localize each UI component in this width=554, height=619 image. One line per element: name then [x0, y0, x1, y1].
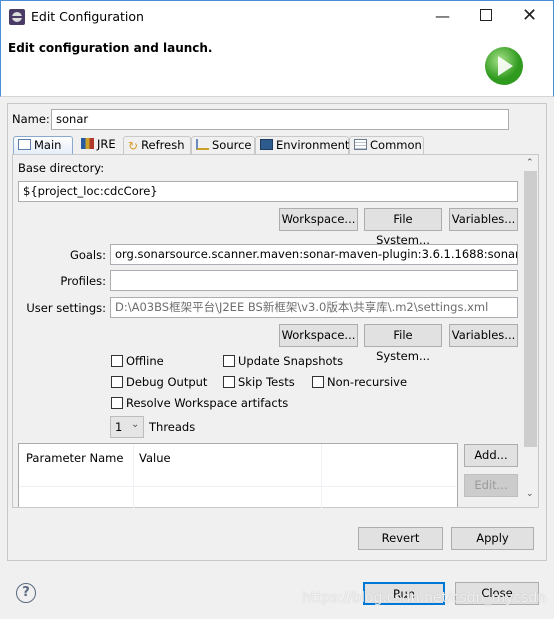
tab-source[interactable]: Source: [191, 136, 255, 155]
update-snapshots-checkbox[interactable]: Update Snapshots: [223, 354, 343, 368]
checkbox-label: Resolve Workspace artifacts: [126, 396, 289, 410]
name-input[interactable]: sonar: [51, 109, 509, 130]
add-parameter-button[interactable]: Add...: [464, 444, 518, 467]
tab-main[interactable]: Main: [13, 136, 73, 155]
tab-label: Main: [34, 138, 62, 152]
chevron-down-icon: ⌄: [131, 419, 140, 430]
profiles-input[interactable]: [110, 270, 518, 291]
column-header-parameter-name[interactable]: Parameter Name: [26, 451, 123, 465]
settings-variables-button[interactable]: Variables...: [449, 324, 518, 347]
tab-label: Refresh: [141, 138, 185, 152]
offline-checkbox[interactable]: Offline: [111, 354, 164, 368]
settings-file-system-button[interactable]: File System...: [364, 324, 442, 363]
parameters-table[interactable]: Parameter Name Value: [18, 443, 458, 508]
checkbox-label: Skip Tests: [238, 375, 295, 389]
column-divider: [133, 444, 134, 508]
profiles-label: Profiles:: [60, 274, 106, 288]
window-title: Edit Configuration: [31, 9, 144, 24]
common-icon: [354, 139, 367, 150]
scroll-up-icon[interactable]: ⌃: [526, 158, 534, 168]
tab-refresh[interactable]: ↻ Refresh: [123, 136, 191, 155]
environment-icon: [260, 139, 273, 150]
threads-label: Threads: [149, 420, 196, 434]
watermark: https://blog.csdn.net/csdn_mycsdn: [302, 590, 547, 606]
goals-label: Goals:: [69, 248, 106, 262]
run-launch-icon: [485, 47, 523, 85]
threads-value: 1: [115, 420, 123, 434]
dialog-header: Edit configuration and launch.: [0, 33, 554, 97]
checkbox-label: Offline: [126, 354, 164, 368]
apply-button[interactable]: Apply: [451, 527, 534, 550]
minimize-button[interactable]: —: [435, 7, 450, 25]
settings-workspace-button[interactable]: Workspace...: [279, 324, 358, 347]
base-directory-label: Base directory:: [18, 161, 105, 175]
main-tab-icon: [18, 139, 31, 150]
row-divider: [19, 486, 457, 487]
user-settings-label: User settings:: [26, 301, 106, 315]
maximize-button[interactable]: [480, 9, 492, 21]
tab-environment[interactable]: Environment: [255, 136, 349, 155]
close-window-button[interactable]: ✕: [522, 5, 537, 26]
tab-jre[interactable]: JRE: [77, 136, 122, 155]
tab-label: Common: [370, 138, 422, 152]
tab-label: Source: [212, 138, 252, 152]
goals-input[interactable]: org.sonarsource.scanner.maven:sonar-mave…: [110, 244, 518, 265]
skip-tests-checkbox[interactable]: Skip Tests: [223, 375, 295, 389]
non-recursive-checkbox[interactable]: Non-recursive: [312, 375, 407, 389]
checkbox-box[interactable]: [111, 397, 123, 409]
vertical-scrollbar[interactable]: ⌃ ⌄: [523, 155, 538, 507]
resolve-workspace-checkbox[interactable]: Resolve Workspace artifacts: [111, 396, 288, 410]
jre-icon: [81, 138, 94, 149]
tab-label: JRE: [97, 137, 116, 151]
title-bar: Edit Configuration — ✕: [0, 0, 554, 33]
base-directory-input[interactable]: ${project_loc:cdcCore}: [18, 181, 518, 202]
checkbox-label: Update Snapshots: [238, 354, 344, 368]
column-divider: [321, 444, 322, 508]
scrollbar-thumb[interactable]: [524, 171, 537, 447]
base-file-system-button[interactable]: File System...: [364, 208, 442, 247]
name-label: Name:: [12, 112, 50, 126]
debug-output-checkbox[interactable]: Debug Output: [111, 375, 207, 389]
base-workspace-button[interactable]: Workspace...: [279, 208, 358, 231]
checkbox-box[interactable]: [312, 376, 324, 388]
tab-common[interactable]: Common: [349, 136, 424, 155]
eclipse-icon: [9, 9, 25, 25]
checkbox-box[interactable]: [223, 355, 235, 367]
checkbox-box[interactable]: [111, 376, 123, 388]
checkbox-box[interactable]: [223, 376, 235, 388]
threads-select[interactable]: 1 ⌄: [110, 416, 144, 438]
checkbox-label: Debug Output: [126, 375, 208, 389]
edit-parameter-button[interactable]: Edit...: [464, 474, 518, 497]
tab-label: Environment: [276, 138, 350, 152]
help-icon[interactable]: ?: [16, 583, 36, 603]
revert-button[interactable]: Revert: [358, 527, 443, 550]
checkbox-box[interactable]: [111, 355, 123, 367]
header-text: Edit configuration and launch.: [8, 41, 213, 55]
refresh-icon: ↻: [128, 139, 139, 153]
base-variables-button[interactable]: Variables...: [449, 208, 518, 231]
user-settings-input[interactable]: D:\A03BS框架平台\J2EE BS新框架\v3.0版本\共享库\.m2\s…: [110, 297, 518, 318]
checkbox-label: Non-recursive: [327, 375, 408, 389]
source-icon: [196, 139, 209, 150]
column-header-value[interactable]: Value: [139, 451, 171, 465]
scroll-down-icon[interactable]: ⌄: [526, 489, 534, 499]
